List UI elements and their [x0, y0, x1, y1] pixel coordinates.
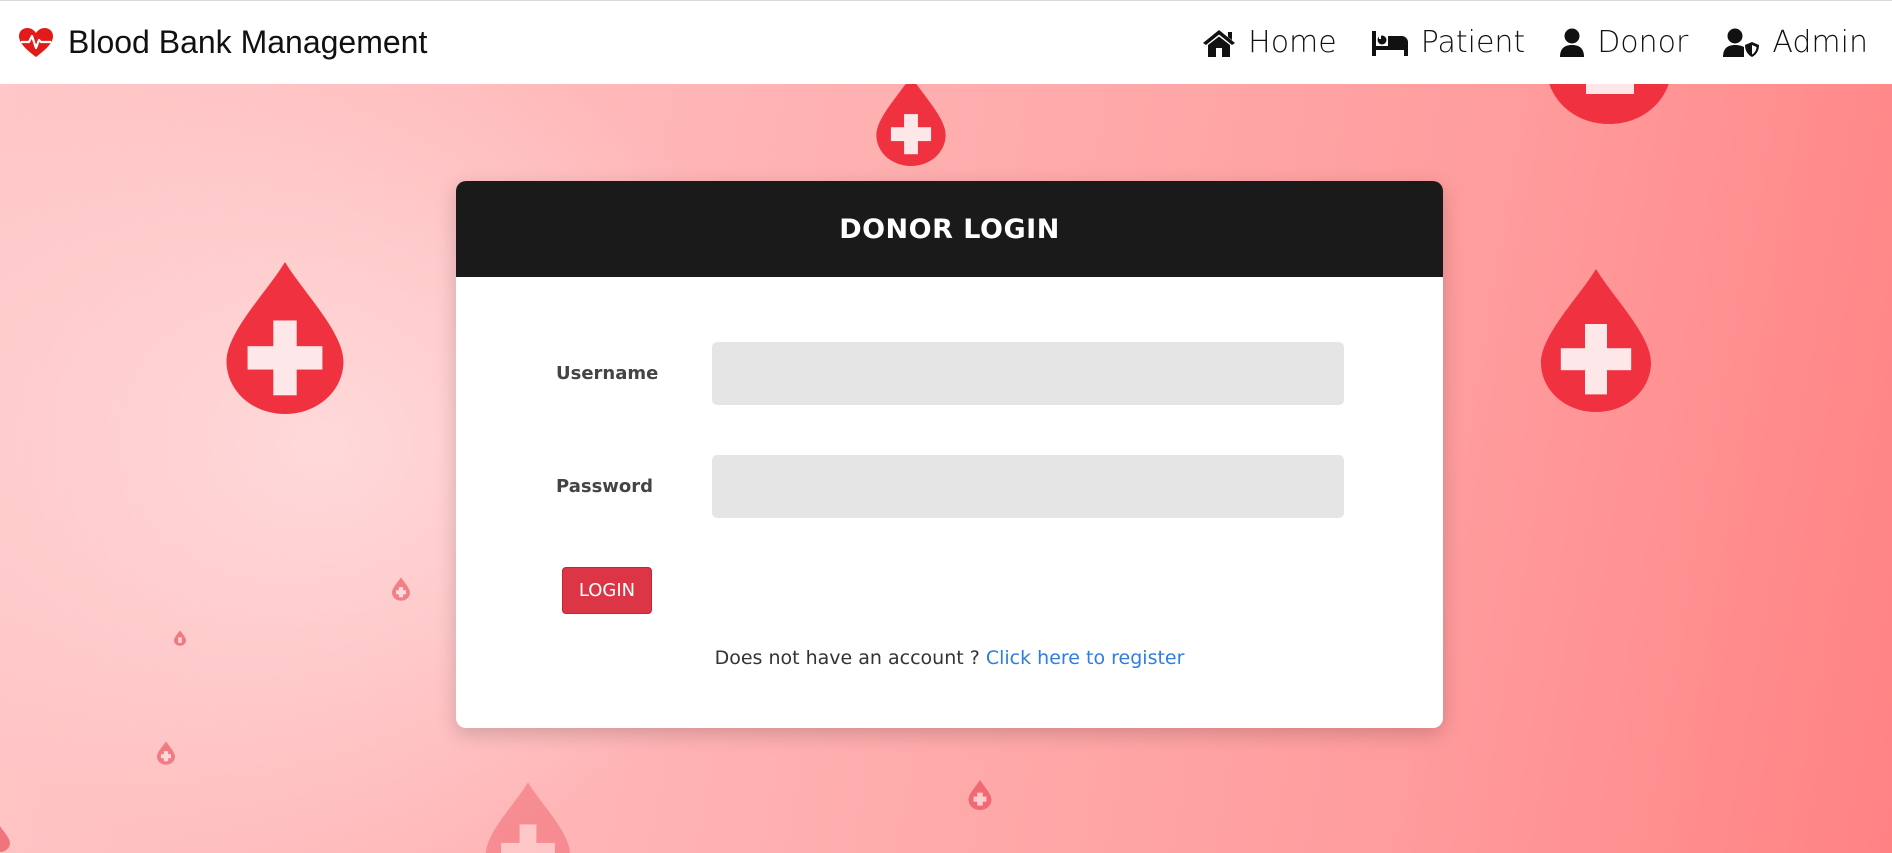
register-link[interactable]: Click here to register: [986, 647, 1185, 669]
navbar: Blood Bank Management Home Patient Donor…: [0, 0, 1892, 84]
brand-title: Blood Bank Management: [68, 24, 428, 60]
blood-drop-icon: [174, 630, 186, 646]
donor-login-card: DONOR LOGIN Username Password LOGIN Does…: [456, 181, 1443, 728]
nav-item-donor[interactable]: Donor: [1559, 25, 1688, 60]
heartbeat-icon: [19, 27, 53, 57]
nav-label-patient: Patient: [1420, 25, 1526, 60]
nav-item-home[interactable]: Home: [1202, 25, 1337, 60]
nav-label-admin: Admin: [1772, 25, 1868, 60]
card-title: DONOR LOGIN: [456, 181, 1443, 277]
nav-label-home: Home: [1248, 25, 1337, 60]
login-button[interactable]: LOGIN: [562, 567, 652, 614]
blood-drop-icon: [1549, 84, 1669, 124]
nav-item-patient[interactable]: Patient: [1371, 25, 1525, 60]
username-input[interactable]: [712, 342, 1344, 405]
bed-icon: [1371, 30, 1408, 56]
blood-drop-icon: [0, 826, 10, 852]
user-shield-icon: [1723, 28, 1760, 57]
username-label: Username: [556, 363, 659, 384]
blood-drop-icon: [157, 741, 175, 765]
register-prompt-text: Does not have an account ?: [714, 647, 986, 669]
register-prompt: Does not have an account ? Click here to…: [456, 647, 1443, 669]
brand[interactable]: Blood Bank Management: [18, 24, 427, 61]
home-icon: [1203, 29, 1236, 57]
password-input[interactable]: [712, 455, 1344, 518]
nav-item-admin[interactable]: Admin: [1722, 25, 1868, 60]
blood-drop-icon: [486, 782, 570, 853]
blood-drop-icon: [1541, 269, 1651, 412]
blood-drop-icon: [226, 262, 344, 414]
password-label: Password: [556, 476, 654, 497]
blood-drop-icon: [968, 780, 992, 810]
blood-drop-icon: [392, 577, 410, 601]
blood-drop-icon: [876, 84, 946, 166]
nav-label-donor: Donor: [1597, 25, 1689, 60]
nav-menu: Home Patient Donor Admin: [1202, 25, 1868, 60]
user-icon: [1560, 28, 1585, 57]
